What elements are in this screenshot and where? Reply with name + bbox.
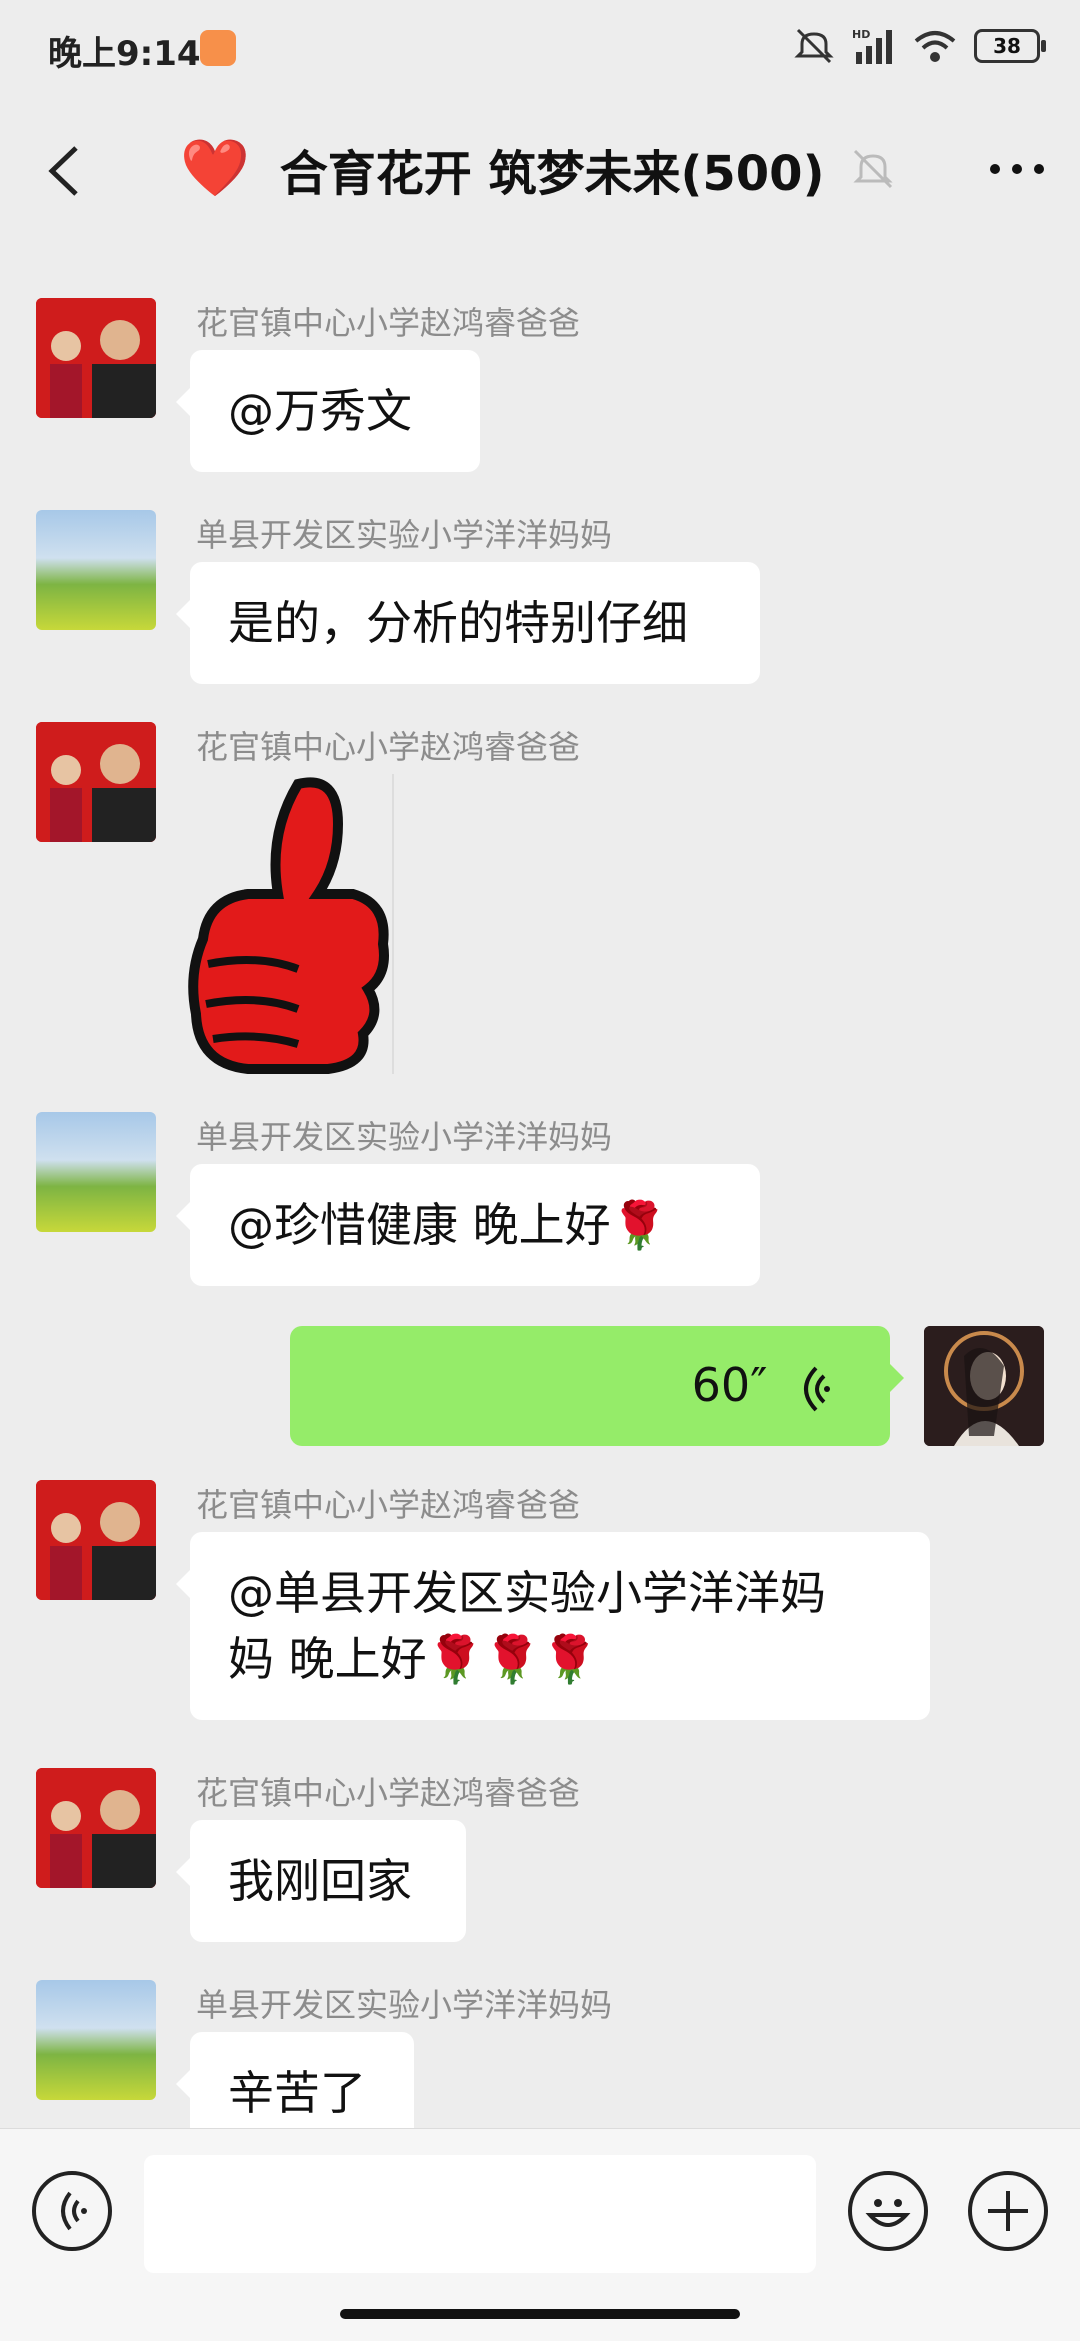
message-bubble[interactable]: @珍惜健康 晚上好🌹	[176, 1164, 760, 1286]
avatar[interactable]	[36, 1112, 156, 1232]
message-input[interactable]	[144, 2155, 816, 2273]
sender-name: 单县开发区实验小学洋洋妈妈	[196, 1986, 613, 2024]
status-icons: HD 38	[794, 26, 1046, 66]
dot-icon	[1012, 164, 1022, 174]
heart-emoji: ❤️	[180, 136, 250, 201]
family-photo-icon	[36, 722, 156, 842]
avatar[interactable]	[36, 1768, 156, 1888]
profile-girl-icon	[924, 1326, 1044, 1446]
sender-name: 花官镇中心小学赵鸿睿爸爸	[196, 304, 581, 342]
app-notification-icon	[200, 30, 236, 66]
message-bubble[interactable]: 是的，分析的特别仔细	[176, 562, 760, 684]
more-options-button[interactable]	[990, 164, 1044, 174]
sender-name: 花官镇中心小学赵鸿睿爸爸	[196, 1486, 581, 1524]
network-type-label: HD	[852, 28, 870, 41]
group-title-wrap[interactable]: ❤️ 合育花开 筑梦未来(500)	[180, 134, 895, 204]
muted-bell-icon	[852, 149, 893, 189]
message-list[interactable]: 花官镇中心小学赵鸿睿爸爸 @万秀文 单县开发区实验小学洋洋妈妈 是的，分析的特别…	[0, 240, 1080, 2128]
family-photo-icon	[36, 1768, 156, 1888]
more-functions-button[interactable]	[968, 2171, 1048, 2251]
input-bar	[0, 2128, 1080, 2341]
smiley-icon	[865, 2199, 911, 2227]
avatar-self[interactable]	[924, 1326, 1044, 1446]
message-bubble[interactable]: @单县开发区实验小学洋洋妈 妈 晚上好🌹🌹🌹	[176, 1532, 930, 1720]
status-bar: 晚上9:14 HD 38	[0, 0, 1080, 96]
signal-icon: HD	[852, 28, 892, 64]
message-bubble[interactable]: @万秀文	[176, 350, 480, 472]
family-photo-icon	[36, 298, 156, 418]
avatar[interactable]	[36, 1980, 156, 2100]
back-arrow-icon[interactable]	[44, 144, 84, 198]
message-line: @单县开发区实验小学洋洋妈	[228, 1566, 826, 1620]
mute-icon	[794, 28, 834, 64]
message-line: 妈 晚上好🌹🌹🌹	[228, 1632, 599, 1686]
wifi-icon	[914, 31, 956, 62]
avatar[interactable]	[36, 722, 156, 842]
voice-duration: 60″	[691, 1358, 768, 1412]
home-indicator[interactable]	[340, 2309, 740, 2319]
chat-header: ❤️ 合育花开 筑梦未来(500)	[0, 100, 1080, 240]
sender-name: 单县开发区实验小学洋洋妈妈	[196, 516, 613, 554]
message-bubble[interactable]: 辛苦了	[176, 2032, 414, 2128]
plus-icon	[988, 2191, 1028, 2231]
voice-icon	[61, 2191, 87, 2231]
voice-message-bubble[interactable]: 60″	[290, 1326, 904, 1446]
avatar[interactable]	[36, 298, 156, 418]
message-bubble[interactable]: 我刚回家	[176, 1820, 466, 1942]
sender-name: 单县开发区实验小学洋洋妈妈	[196, 1118, 613, 1156]
avatar[interactable]	[36, 510, 156, 630]
sender-name: 花官镇中心小学赵鸿睿爸爸	[196, 1774, 581, 1812]
battery-icon: 38	[974, 29, 1046, 63]
family-photo-icon	[36, 1480, 156, 1600]
emoji-button[interactable]	[848, 2171, 928, 2251]
avatar[interactable]	[36, 1480, 156, 1600]
voice-input-button[interactable]	[32, 2171, 112, 2251]
group-title: 合育花开 筑梦未来(500)	[279, 146, 825, 202]
status-time: 晚上9:14	[48, 34, 201, 74]
thumbs-up-sticker-icon[interactable]	[188, 774, 398, 1074]
sender-name: 花官镇中心小学赵鸿睿爸爸	[196, 728, 581, 766]
voice-wave-icon	[804, 1366, 830, 1411]
dot-icon	[990, 164, 1000, 174]
dot-icon	[1034, 164, 1044, 174]
